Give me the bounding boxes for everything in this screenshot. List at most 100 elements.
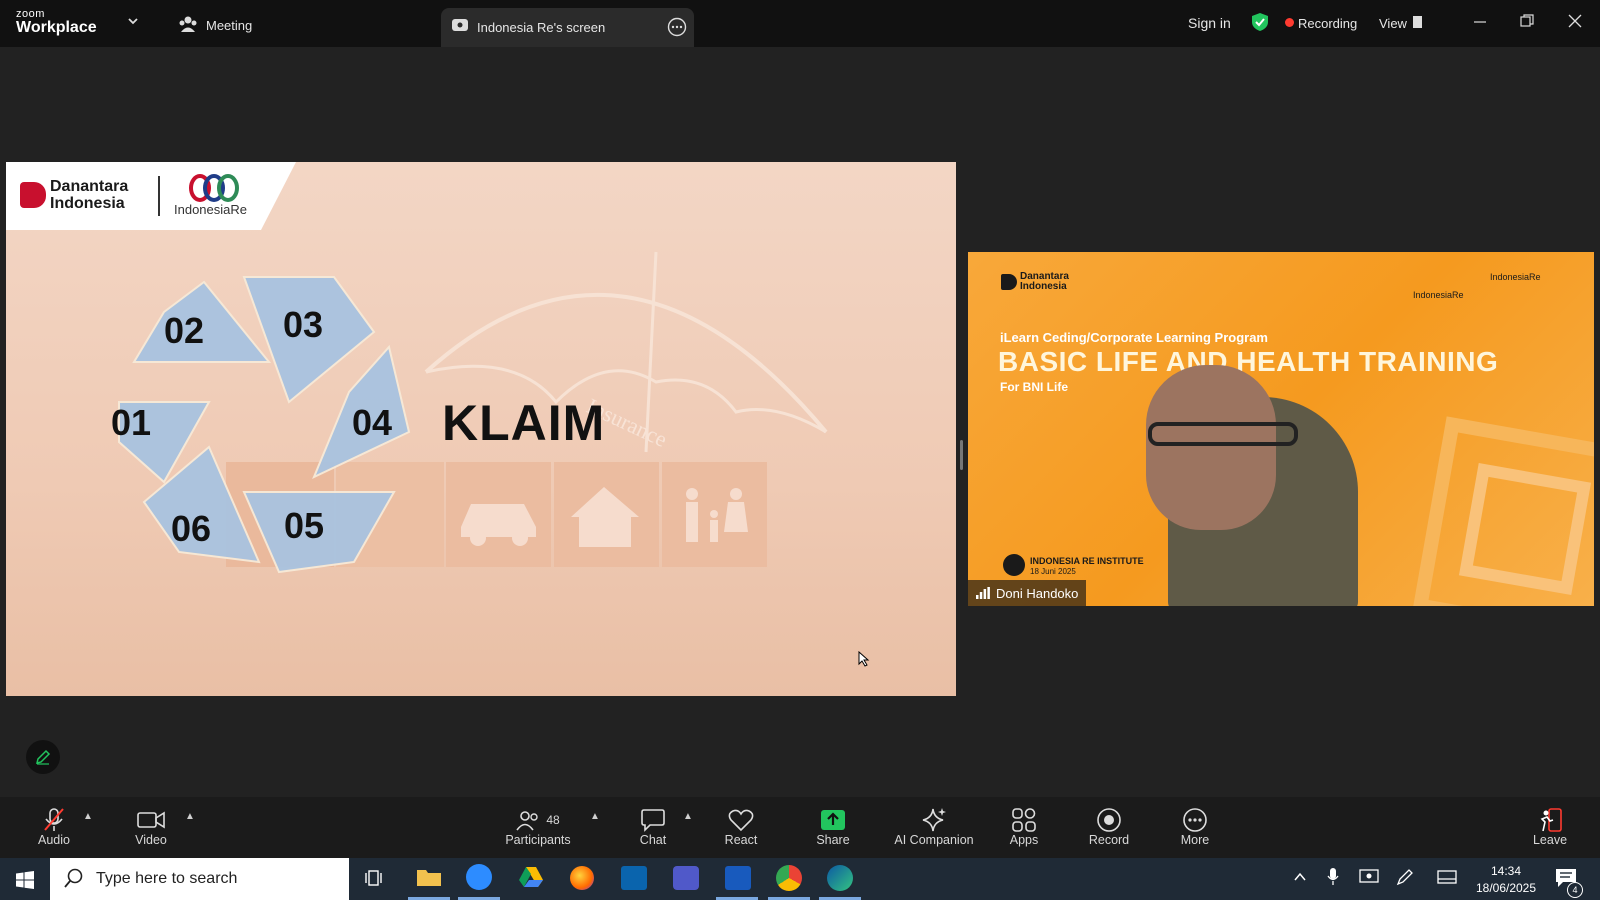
apps-button[interactable]: Apps bbox=[1003, 807, 1045, 847]
teams-icon[interactable] bbox=[673, 866, 699, 890]
view-layout-icon bbox=[1413, 16, 1422, 28]
sign-in-button[interactable]: Sign in bbox=[1188, 15, 1231, 31]
camera-icon bbox=[137, 811, 165, 829]
windows-start-icon[interactable] bbox=[16, 871, 34, 894]
brand-big: Workplace bbox=[16, 19, 97, 36]
logo-line2: Indonesia bbox=[50, 195, 125, 212]
leave-icon bbox=[1540, 808, 1562, 832]
audio-button[interactable]: Audio bbox=[30, 807, 78, 847]
chat-options-caret[interactable]: ▲ bbox=[683, 811, 693, 822]
record-label: Record bbox=[1088, 833, 1130, 847]
program-text: iLearn Ceding/Corporate Learning Program bbox=[1000, 330, 1268, 345]
share-button[interactable]: Share bbox=[812, 807, 854, 847]
logo-divider bbox=[158, 176, 160, 216]
training-subtitle: For BNI Life bbox=[1000, 380, 1068, 394]
segment-label-06: 06 bbox=[171, 508, 212, 549]
microphone-icon[interactable] bbox=[1327, 868, 1339, 891]
audio-options-caret[interactable]: ▲ bbox=[83, 811, 93, 822]
annotate-button[interactable] bbox=[26, 740, 60, 774]
outlook-icon[interactable] bbox=[621, 866, 647, 890]
mic-muted-icon bbox=[44, 808, 64, 831]
wood-block-family bbox=[662, 462, 767, 567]
institute-logo-icon bbox=[1003, 554, 1025, 576]
meeting-people-icon bbox=[178, 15, 198, 38]
heart-icon bbox=[728, 809, 754, 832]
institute-date: 18 Juni 2025 bbox=[1030, 567, 1076, 576]
security-shield-icon[interactable] bbox=[1251, 12, 1269, 37]
participant-video-tile[interactable]: Danantara Indonesia IndonesiaRe Indonesi… bbox=[968, 252, 1594, 606]
apps-icon bbox=[1012, 808, 1036, 832]
participants-icon bbox=[516, 811, 539, 831]
video-button[interactable]: Video bbox=[128, 807, 174, 847]
segment-label-01: 01 bbox=[111, 402, 152, 443]
video-logo-text: Danantara Indonesia bbox=[1020, 271, 1069, 292]
video-logo-right1: IndonesiaRe bbox=[1413, 290, 1464, 300]
screen-share-tab[interactable]: Indonesia Re's screen bbox=[441, 8, 694, 47]
video-options-caret[interactable]: ▲ bbox=[185, 811, 195, 822]
training-title: BASIC LIFE AND HEALTH TRAINING bbox=[998, 346, 1499, 377]
google-drive-icon[interactable] bbox=[518, 866, 544, 893]
keyboard-tray-icon[interactable] bbox=[1437, 870, 1457, 889]
record-icon bbox=[1097, 808, 1121, 832]
segment-label-03: 03 bbox=[283, 304, 324, 345]
close-icon[interactable] bbox=[1568, 14, 1582, 33]
chat-icon bbox=[641, 809, 665, 832]
meeting-label[interactable]: Meeting bbox=[206, 18, 252, 33]
pen-tray-icon[interactable] bbox=[1396, 868, 1414, 891]
leave-button[interactable]: Leave bbox=[1528, 807, 1572, 847]
clock-date: 18/06/2025 bbox=[1475, 881, 1537, 895]
signal-bars-icon bbox=[976, 587, 990, 599]
react-button[interactable]: React bbox=[720, 807, 762, 847]
participant-name: Doni Handoko bbox=[996, 585, 1079, 601]
display-share-icon[interactable] bbox=[1359, 869, 1379, 890]
taskbar-clock[interactable]: 14:34 18/06/2025 bbox=[1466, 864, 1546, 895]
firefox-icon[interactable] bbox=[570, 866, 594, 890]
chevron-down-icon[interactable] bbox=[126, 14, 140, 33]
record-button[interactable]: Record bbox=[1086, 807, 1132, 847]
word-icon[interactable] bbox=[725, 866, 751, 890]
participants-button[interactable]: 48 Participants bbox=[500, 807, 576, 847]
restore-icon[interactable] bbox=[1520, 14, 1534, 33]
clock-time: 14:34 bbox=[1490, 864, 1522, 878]
recording-indicator[interactable]: Recording bbox=[1298, 16, 1357, 31]
video-label: Video bbox=[135, 833, 167, 847]
wood-block-car bbox=[446, 462, 551, 567]
participants-options-caret[interactable]: ▲ bbox=[590, 811, 600, 822]
audio-label: Audio bbox=[38, 833, 70, 847]
participant-name-tag: Doni Handoko bbox=[968, 580, 1087, 606]
taskbar-search-box[interactable]: Type here to search bbox=[50, 858, 349, 900]
more-button[interactable]: More bbox=[1174, 807, 1216, 847]
participants-count: 48 bbox=[546, 813, 560, 827]
logo-line1: Danantara bbox=[50, 178, 129, 195]
danantara-logo-icon bbox=[20, 182, 46, 208]
chat-button[interactable]: Chat bbox=[632, 807, 674, 847]
share-label: Share bbox=[816, 833, 850, 847]
danantara-video-logo-icon bbox=[1001, 274, 1017, 290]
split-resize-handle[interactable] bbox=[960, 440, 963, 470]
leave-label: Leave bbox=[1532, 833, 1568, 847]
recording-dot-icon bbox=[1285, 18, 1294, 27]
file-explorer-icon[interactable] bbox=[416, 866, 442, 893]
chrome-icon[interactable] bbox=[776, 865, 802, 891]
tray-chevron-up-icon[interactable] bbox=[1293, 870, 1307, 888]
notification-count-badge: 4 bbox=[1567, 882, 1583, 898]
task-view-icon[interactable] bbox=[364, 867, 386, 894]
institute-text: INDONESIA RE INSTITUTE bbox=[1030, 556, 1144, 566]
speaker-face bbox=[1146, 365, 1276, 530]
more-options-icon[interactable] bbox=[667, 17, 687, 42]
segment-label-04: 04 bbox=[352, 402, 393, 443]
edge-icon[interactable] bbox=[827, 865, 853, 891]
slide-heading: KLAIM bbox=[442, 395, 606, 451]
ai-companion-button[interactable]: AI Companion bbox=[890, 807, 978, 847]
more-icon bbox=[1183, 808, 1207, 832]
apps-label: Apps bbox=[1009, 833, 1039, 847]
view-button[interactable]: View bbox=[1379, 16, 1407, 31]
search-placeholder: Type here to search bbox=[96, 870, 238, 887]
minimize-icon[interactable] bbox=[1473, 14, 1487, 33]
zoom-app-icon[interactable] bbox=[466, 864, 492, 890]
mouse-cursor-icon bbox=[858, 650, 870, 672]
search-icon bbox=[64, 868, 84, 893]
meeting-toolbar: Audio ▲ Video ▲ 48 Participants ▲ Chat ▲… bbox=[0, 797, 1600, 858]
tab-title: Indonesia Re's screen bbox=[477, 20, 606, 35]
wood-block-house bbox=[554, 462, 659, 567]
